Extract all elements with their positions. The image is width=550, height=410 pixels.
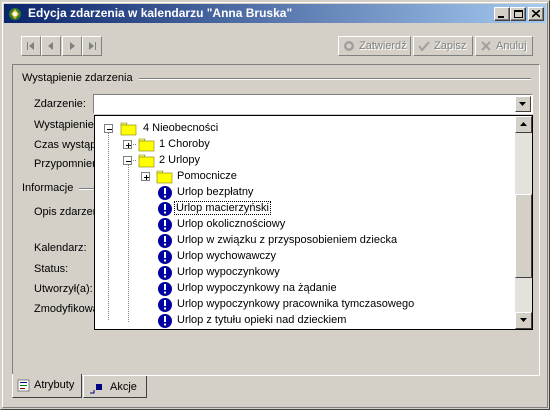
chevron-up-icon	[520, 122, 527, 126]
section-occurrence-divider	[139, 78, 531, 80]
description-label: Opis zdarzen	[34, 206, 99, 218]
confirm-icon	[344, 41, 354, 51]
attributes-tab-icon	[17, 379, 30, 392]
close-icon	[532, 10, 540, 18]
event-combobox[interactable]	[93, 94, 533, 114]
info-icon	[158, 282, 172, 296]
tree-item-label: 4 Nieobecności	[143, 122, 219, 134]
info-icon	[158, 298, 172, 312]
chevron-down-icon	[520, 318, 527, 322]
tree-item-choroby[interactable]: 1 Choroby	[95, 137, 515, 153]
tree-item-label-selected: Urlop macierzyński	[174, 201, 271, 215]
maximize-icon	[514, 10, 523, 18]
last-record-button[interactable]	[82, 36, 102, 56]
chevron-down-icon	[519, 102, 526, 106]
status-label: Status:	[34, 263, 69, 275]
cancel-label: Anuluj	[496, 40, 527, 52]
folder-icon	[138, 138, 155, 152]
tree-item-label: Urlop wypoczynkowy pracownika tymczasowe…	[177, 298, 415, 310]
tree-item-label: Urlop wypoczynkowy na żądanie	[177, 282, 337, 294]
tree-item-label: Urlop w związku z przysposobieniem dziec…	[177, 234, 398, 246]
last-record-icon	[89, 42, 96, 50]
reminder-label: Przypomnien	[34, 158, 99, 170]
tree-item-label: Urlop okolicznościowy	[177, 218, 286, 230]
tab-actions-label: Akcje	[110, 381, 137, 393]
tree-item-nieobecnosci[interactable]: 4 Nieobecności	[95, 121, 515, 137]
tree-item-urlop-na-zadanie[interactable]: Urlop wypoczynkowy na żądanie	[95, 281, 515, 297]
window-title: Edycja zdarzenia w kalendarzu "Anna Brus…	[28, 6, 293, 20]
info-icon	[158, 234, 172, 248]
expand-toggle[interactable]	[123, 140, 132, 149]
calendar-label: Kalendarz:	[34, 242, 87, 254]
tree-item-urlopy[interactable]: 2 Urlopy	[95, 153, 515, 169]
info-icon	[158, 266, 172, 280]
event-tree-dropdown[interactable]: 4 Nieobecności 1 Choroby 2 Urlopy Pomocn…	[94, 115, 533, 330]
scroll-thumb[interactable]	[515, 194, 532, 278]
tree-item-label: Urlop bezpłatny	[177, 186, 254, 198]
prev-record-button[interactable]	[41, 36, 61, 56]
scroll-up-button[interactable]	[515, 116, 532, 133]
scroll-down-button[interactable]	[515, 312, 532, 329]
minimize-button[interactable]	[494, 7, 510, 21]
modified-by-label: Zmodyfikowa	[34, 303, 99, 315]
tree-item-label: Pomocnicze	[177, 170, 237, 182]
folder-icon	[156, 170, 173, 184]
section-info-title: Informacje	[22, 182, 74, 194]
tree-item-pomocnicze[interactable]: Pomocnicze	[95, 169, 515, 185]
info-icon	[158, 186, 172, 200]
tree-item-urlop-wypoczynkowy[interactable]: Urlop wypoczynkowy	[95, 265, 515, 281]
event-dropdown-button[interactable]	[515, 96, 531, 112]
info-icon	[158, 250, 172, 264]
tab-attributes[interactable]: Atrybuty	[12, 374, 82, 398]
tree-item-label: 1 Choroby	[159, 138, 210, 150]
save-label: Zapisz	[434, 40, 467, 52]
first-record-button[interactable]	[21, 36, 41, 56]
tree-item-urlop-wychowawczy[interactable]: Urlop wychowawczy	[95, 249, 515, 265]
maximize-button[interactable]	[510, 7, 526, 21]
title-bar[interactable]: Edycja zdarzenia w kalendarzu "Anna Brus…	[4, 4, 546, 23]
tree-item-urlop-przysposobienie[interactable]: Urlop w związku z przysposobieniem dziec…	[95, 233, 515, 249]
folder-icon	[120, 122, 137, 136]
tree-item-urlop-okolicznosciowy[interactable]: Urlop okolicznościowy	[95, 217, 515, 233]
info-icon	[158, 218, 172, 232]
expand-toggle[interactable]	[141, 172, 150, 181]
next-record-button[interactable]	[62, 36, 82, 56]
tree-item-urlop-opieki[interactable]: Urlop z tytułu opieki nad dzieckiem	[95, 313, 515, 329]
tree-item-label: Urlop wypoczynkowy	[177, 266, 280, 278]
info-icon	[158, 202, 172, 216]
prev-record-icon	[48, 42, 53, 50]
tab-actions[interactable]: Akcje	[83, 376, 147, 398]
info-icon	[158, 314, 172, 328]
event-label: Zdarzenie:	[34, 98, 86, 110]
tree-item-urlop-macierzynski[interactable]: Urlop macierzyński	[95, 201, 515, 217]
cancel-button[interactable]: Anuluj	[475, 36, 533, 56]
cancel-icon	[481, 41, 491, 51]
folder-icon	[138, 154, 155, 168]
actions-tab-icon	[90, 384, 102, 394]
confirm-label: Zatwierdź	[359, 40, 407, 52]
close-button[interactable]	[528, 7, 544, 21]
tab-attributes-label: Atrybuty	[34, 379, 75, 391]
tree-item-urlop-bezplatny[interactable]: Urlop bezpłatny	[95, 185, 515, 201]
tree-item-urlop-tymczasowego[interactable]: Urlop wypoczynkowy pracownika tymczasowe…	[95, 297, 515, 313]
first-record-icon	[27, 42, 34, 50]
section-occurrence-title: Wystąpienie zdarzenia	[22, 72, 133, 84]
next-record-icon	[70, 42, 75, 50]
tree-item-label: Urlop z tytułu opieki nad dzieckiem	[177, 314, 347, 326]
dialog-window: Edycja zdarzenia w kalendarzu "Anna Brus…	[0, 0, 550, 410]
tree-item-label: 2 Urlopy	[159, 154, 200, 166]
save-button[interactable]: Zapisz	[413, 36, 473, 56]
occurrence-label: Wystąpienie	[34, 119, 94, 131]
duration-label: Czas wystąp	[34, 139, 97, 151]
app-icon	[7, 6, 23, 22]
section-info-divider	[79, 188, 94, 190]
collapse-toggle[interactable]	[104, 124, 113, 133]
confirm-button[interactable]: Zatwierdź	[338, 36, 411, 56]
tree-scrollbar[interactable]	[515, 116, 532, 329]
minimize-icon	[498, 16, 504, 18]
save-icon	[418, 41, 430, 52]
created-by-label: Utworzył(a):	[34, 283, 93, 295]
collapse-toggle[interactable]	[123, 156, 132, 165]
tree-item-label: Urlop wychowawczy	[177, 250, 277, 262]
